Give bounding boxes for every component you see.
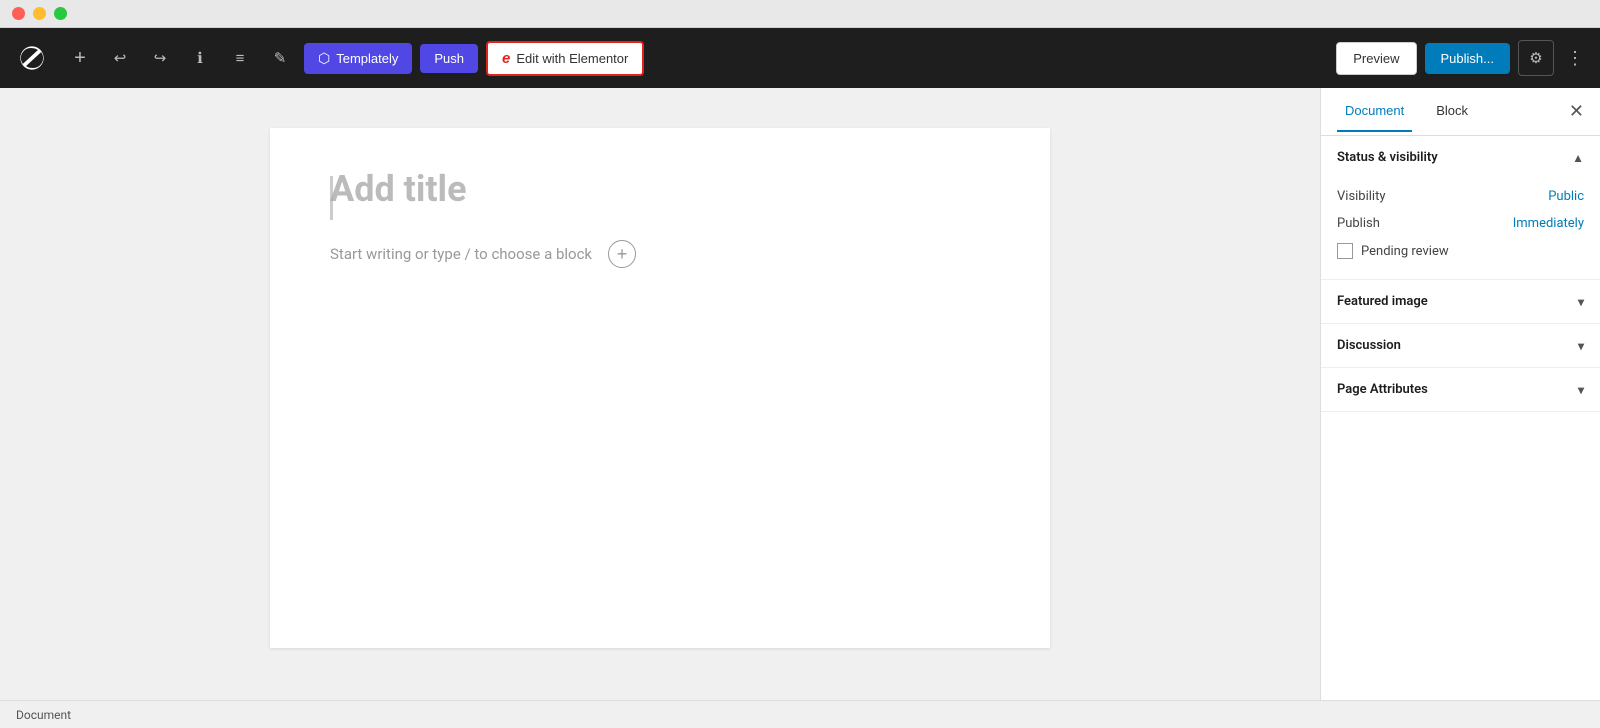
more-options-btn[interactable]: ⋮ [1562, 44, 1588, 73]
block-placeholder-text: Start writing or type / to choose a bloc… [330, 245, 592, 263]
pencil-icon: ✎ [274, 49, 287, 67]
sidebar-close-btn[interactable]: ✕ [1569, 101, 1584, 122]
mac-close-btn[interactable] [12, 7, 25, 20]
tab-document[interactable]: Document [1337, 91, 1412, 132]
plus-icon: + [74, 47, 86, 70]
wp-logo [12, 38, 52, 78]
status-visibility-header[interactable]: Status & visibility ▲ [1321, 136, 1600, 179]
discussion-section: Discussion ▾ [1321, 324, 1600, 368]
settings-btn[interactable]: ⚙ [1518, 40, 1554, 76]
featured-image-header[interactable]: Featured image ▾ [1321, 280, 1600, 323]
chevron-down-icon: ▾ [1578, 295, 1584, 309]
sidebar-tabs-header: Document Block ✕ [1321, 88, 1600, 136]
chevron-down-icon-2: ▾ [1578, 339, 1584, 353]
tools-btn[interactable]: ✎ [264, 42, 296, 74]
tab-block[interactable]: Block [1428, 91, 1476, 132]
featured-image-section: Featured image ▾ [1321, 280, 1600, 324]
push-btn[interactable]: Push [420, 44, 478, 73]
pending-review-checkbox[interactable] [1337, 243, 1353, 259]
visibility-label: Visibility [1337, 189, 1386, 204]
undo-btn[interactable]: ↩ [104, 42, 136, 74]
close-icon: ✕ [1569, 101, 1584, 121]
document-tab-label: Document [1345, 103, 1404, 118]
add-block-toolbar-btn[interactable]: + [64, 42, 96, 74]
info-btn[interactable]: ℹ [184, 42, 216, 74]
publish-schedule-label: Publish [1337, 216, 1380, 231]
mac-minimize-btn[interactable] [33, 7, 46, 20]
post-title-input[interactable] [330, 168, 990, 210]
featured-image-label: Featured image [1337, 294, 1428, 309]
templately-btn[interactable]: ⬡ Templately [304, 43, 412, 74]
publish-label: Publish... [1441, 51, 1494, 66]
pending-review-label: Pending review [1361, 244, 1449, 259]
info-icon: ℹ [197, 49, 203, 67]
editor-content [330, 168, 990, 240]
chevron-up-icon: ▲ [1572, 151, 1584, 165]
templately-label: Templately [336, 51, 398, 66]
list-icon: ≡ [236, 50, 245, 67]
push-label: Push [434, 51, 464, 66]
toolbar-right: Preview Publish... ⚙ ⋮ [1336, 40, 1588, 76]
visibility-value[interactable]: Public [1548, 189, 1584, 204]
mac-maximize-btn[interactable] [54, 7, 67, 20]
add-block-icon: + [617, 245, 628, 263]
page-attributes-label: Page Attributes [1337, 382, 1428, 397]
mac-titlebar [0, 0, 1600, 28]
app-container: + ↩ ↪ ℹ ≡ ✎ ⬡ Templately Push e Edit wit… [0, 28, 1600, 728]
discussion-header[interactable]: Discussion ▾ [1321, 324, 1600, 367]
preview-btn[interactable]: Preview [1336, 42, 1416, 75]
block-placeholder-area: Start writing or type / to choose a bloc… [330, 240, 990, 268]
elementor-label: Edit with Elementor [516, 51, 628, 66]
preview-label: Preview [1353, 51, 1399, 66]
publish-schedule-value[interactable]: Immediately [1513, 216, 1584, 231]
editor-area: Start writing or type / to choose a bloc… [0, 88, 1320, 700]
templately-icon: ⬡ [318, 50, 330, 67]
pending-review-row: Pending review [1337, 237, 1584, 265]
page-attributes-header[interactable]: Page Attributes ▾ [1321, 368, 1600, 411]
discussion-label: Discussion [1337, 338, 1401, 353]
editor-canvas: Start writing or type / to choose a bloc… [270, 128, 1050, 648]
block-tab-label: Block [1436, 103, 1468, 118]
publish-row: Publish Immediately [1337, 210, 1584, 237]
cursor [330, 176, 333, 220]
sidebar: Document Block ✕ Status & visibility ▲ V… [1320, 88, 1600, 700]
status-bar-label: Document [16, 708, 71, 722]
redo-btn[interactable]: ↪ [144, 42, 176, 74]
add-block-btn[interactable]: + [608, 240, 636, 268]
status-visibility-label: Status & visibility [1337, 150, 1438, 165]
toolbar: + ↩ ↪ ℹ ≡ ✎ ⬡ Templately Push e Edit wit… [0, 28, 1600, 88]
list-view-btn[interactable]: ≡ [224, 42, 256, 74]
elementor-icon: e [502, 50, 510, 67]
edit-with-elementor-btn[interactable]: e Edit with Elementor [486, 41, 644, 76]
more-icon: ⋮ [1566, 48, 1584, 68]
undo-icon: ↩ [114, 49, 127, 67]
main-area: Start writing or type / to choose a bloc… [0, 88, 1600, 700]
redo-icon: ↪ [154, 49, 167, 67]
publish-btn[interactable]: Publish... [1425, 43, 1510, 74]
chevron-down-icon-3: ▾ [1578, 383, 1584, 397]
status-visibility-content: Visibility Public Publish Immediately Pe… [1321, 179, 1600, 279]
page-attributes-section: Page Attributes ▾ [1321, 368, 1600, 412]
gear-icon: ⚙ [1529, 49, 1542, 67]
status-bar: Document [0, 700, 1600, 728]
status-visibility-section: Status & visibility ▲ Visibility Public … [1321, 136, 1600, 280]
visibility-row: Visibility Public [1337, 183, 1584, 210]
